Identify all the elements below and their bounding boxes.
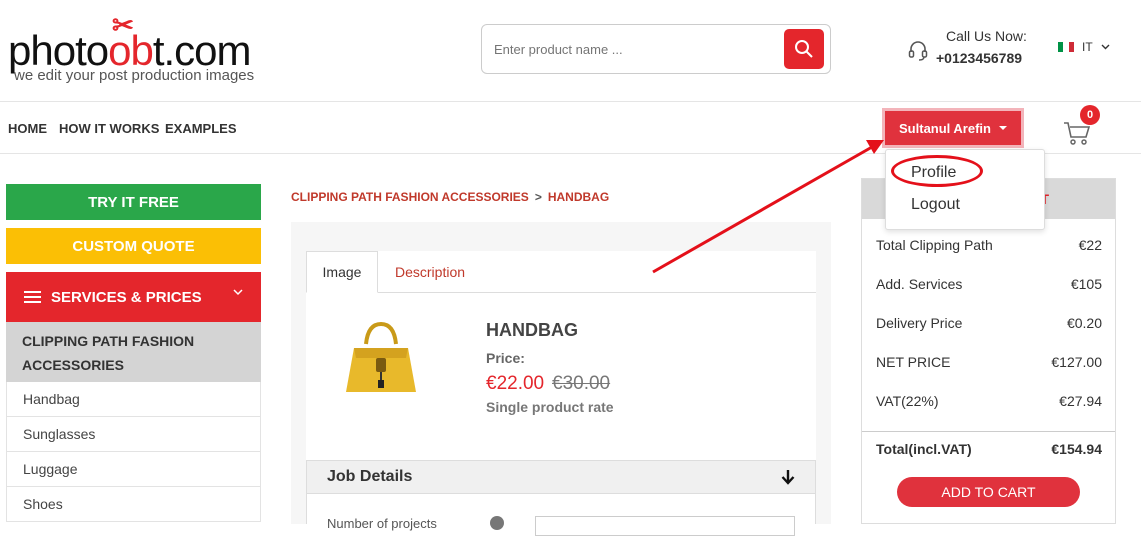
job-details-body: Number of projects xyxy=(306,494,816,536)
call-number[interactable]: +0123456789 xyxy=(936,50,1022,66)
summary-label: NET PRICE xyxy=(876,354,951,370)
breadcrumb-parent[interactable]: CLIPPING PATH FASHION ACCESSORIES xyxy=(291,190,529,204)
custom-quote-button[interactable]: CUSTOM QUOTE xyxy=(6,228,261,264)
nav-examples[interactable]: EXAMPLES xyxy=(165,121,237,136)
cart-count-badge: 0 xyxy=(1080,105,1100,125)
price-label: Price: xyxy=(486,350,525,366)
summary-total-row: Total(incl.VAT) €154.94 xyxy=(876,441,1102,457)
search-icon xyxy=(795,40,813,58)
user-name: Sultanul Arefin xyxy=(899,120,991,136)
summary-divider xyxy=(862,431,1115,432)
language-code: IT xyxy=(1082,40,1093,54)
total-label: Total(incl.VAT) xyxy=(876,441,972,457)
site-logo[interactable]: ✂ photoobt.com we edit your post product… xyxy=(8,10,268,86)
headset-icon xyxy=(908,41,928,61)
summary-label: VAT(22%) xyxy=(876,393,939,409)
search-button[interactable] xyxy=(784,29,824,69)
job-details-title: Job Details xyxy=(327,468,413,485)
user-menu-button[interactable]: Sultanul Arefin xyxy=(882,108,1024,148)
summary-label: Add. Services xyxy=(876,276,963,292)
arrow-down-icon xyxy=(781,470,795,485)
menu-item-logout[interactable]: Logout xyxy=(911,196,960,214)
sidebar: TRY IT FREE CUSTOM QUOTE SERVICES & PRIC… xyxy=(6,184,261,522)
summary-label: Total Clipping Path xyxy=(876,237,993,253)
job-field-input[interactable] xyxy=(535,516,795,536)
chevron-down-icon xyxy=(233,289,243,296)
summary-value: €22 xyxy=(1078,237,1102,253)
old-price: €30.00 xyxy=(552,373,611,394)
caret-down-icon xyxy=(998,126,1007,130)
product-tabs: Image Description xyxy=(306,251,816,293)
rate-note: Single product rate xyxy=(486,399,614,415)
menu-icon xyxy=(24,291,41,303)
highlight-circle xyxy=(891,155,983,187)
job-details-toggle[interactable]: Job Details xyxy=(306,460,816,494)
services-prices-toggle[interactable]: SERVICES & PRICES xyxy=(6,272,261,322)
current-price: €22.00 xyxy=(486,373,545,394)
summary-row: VAT(22%) €27.94 xyxy=(876,393,1102,409)
summary-label: Delivery Price xyxy=(876,315,963,331)
main-nav: HOME HOW IT WORKS EXAMPLES Sultanul Aref… xyxy=(0,102,1141,154)
summary-row: Add. Services €105 xyxy=(876,276,1102,292)
sidebar-item-shoes[interactable]: Shoes xyxy=(6,487,261,522)
summary-value: €27.94 xyxy=(1059,393,1102,409)
search-input[interactable] xyxy=(494,37,774,61)
tab-description[interactable]: Description xyxy=(395,251,465,293)
breadcrumb: CLIPPING PATH FASHION ACCESSORIES > HAND… xyxy=(291,190,609,204)
breadcrumb-separator: > xyxy=(534,190,542,204)
language-selector[interactable]: IT xyxy=(1058,40,1110,54)
summary-value: €105 xyxy=(1070,276,1102,292)
product-image[interactable] xyxy=(306,317,456,397)
category-heading[interactable]: CLIPPING PATH FASHION ACCESSORIES xyxy=(6,322,261,382)
search-box xyxy=(481,24,831,74)
call-info: Call Us Now: +0123456789 xyxy=(908,28,1028,72)
summary-row: Total Clipping Path €22 xyxy=(876,237,1102,253)
product-title: HANDBAG xyxy=(486,320,578,340)
tab-image[interactable]: Image xyxy=(306,251,378,293)
nav-home[interactable]: HOME xyxy=(8,121,47,136)
site-header: ✂ photoobt.com we edit your post product… xyxy=(0,0,1141,102)
sidebar-item-luggage[interactable]: Luggage xyxy=(6,452,261,487)
handbag-image xyxy=(346,321,416,392)
total-value: €154.94 xyxy=(1051,441,1102,457)
logo-wordmark: photoobt.com xyxy=(8,27,252,74)
sidebar-item-sunglasses[interactable]: Sunglasses xyxy=(6,417,261,452)
summary-row: Delivery Price €0.20 xyxy=(876,315,1102,331)
info-icon xyxy=(490,516,504,530)
summary-value: €0.20 xyxy=(1066,315,1102,331)
services-label: SERVICES & PRICES xyxy=(51,288,202,306)
call-label: Call Us Now: xyxy=(946,28,1027,44)
breadcrumb-current: HANDBAG xyxy=(547,190,610,204)
logo-tagline: we edit your post production images xyxy=(14,67,255,84)
add-to-cart-button[interactable]: ADD TO CART xyxy=(897,477,1080,507)
try-it-free-button[interactable]: TRY IT FREE xyxy=(6,184,261,220)
chevron-down-icon xyxy=(1101,44,1110,50)
italy-flag-icon xyxy=(1058,42,1074,52)
summary-row: NET PRICE €127.00 xyxy=(876,354,1102,370)
sidebar-item-handbag[interactable]: Handbag xyxy=(6,382,261,417)
nav-how-it-works[interactable]: HOW IT WORKS xyxy=(59,121,159,136)
summary-value: €127.00 xyxy=(1051,354,1102,370)
